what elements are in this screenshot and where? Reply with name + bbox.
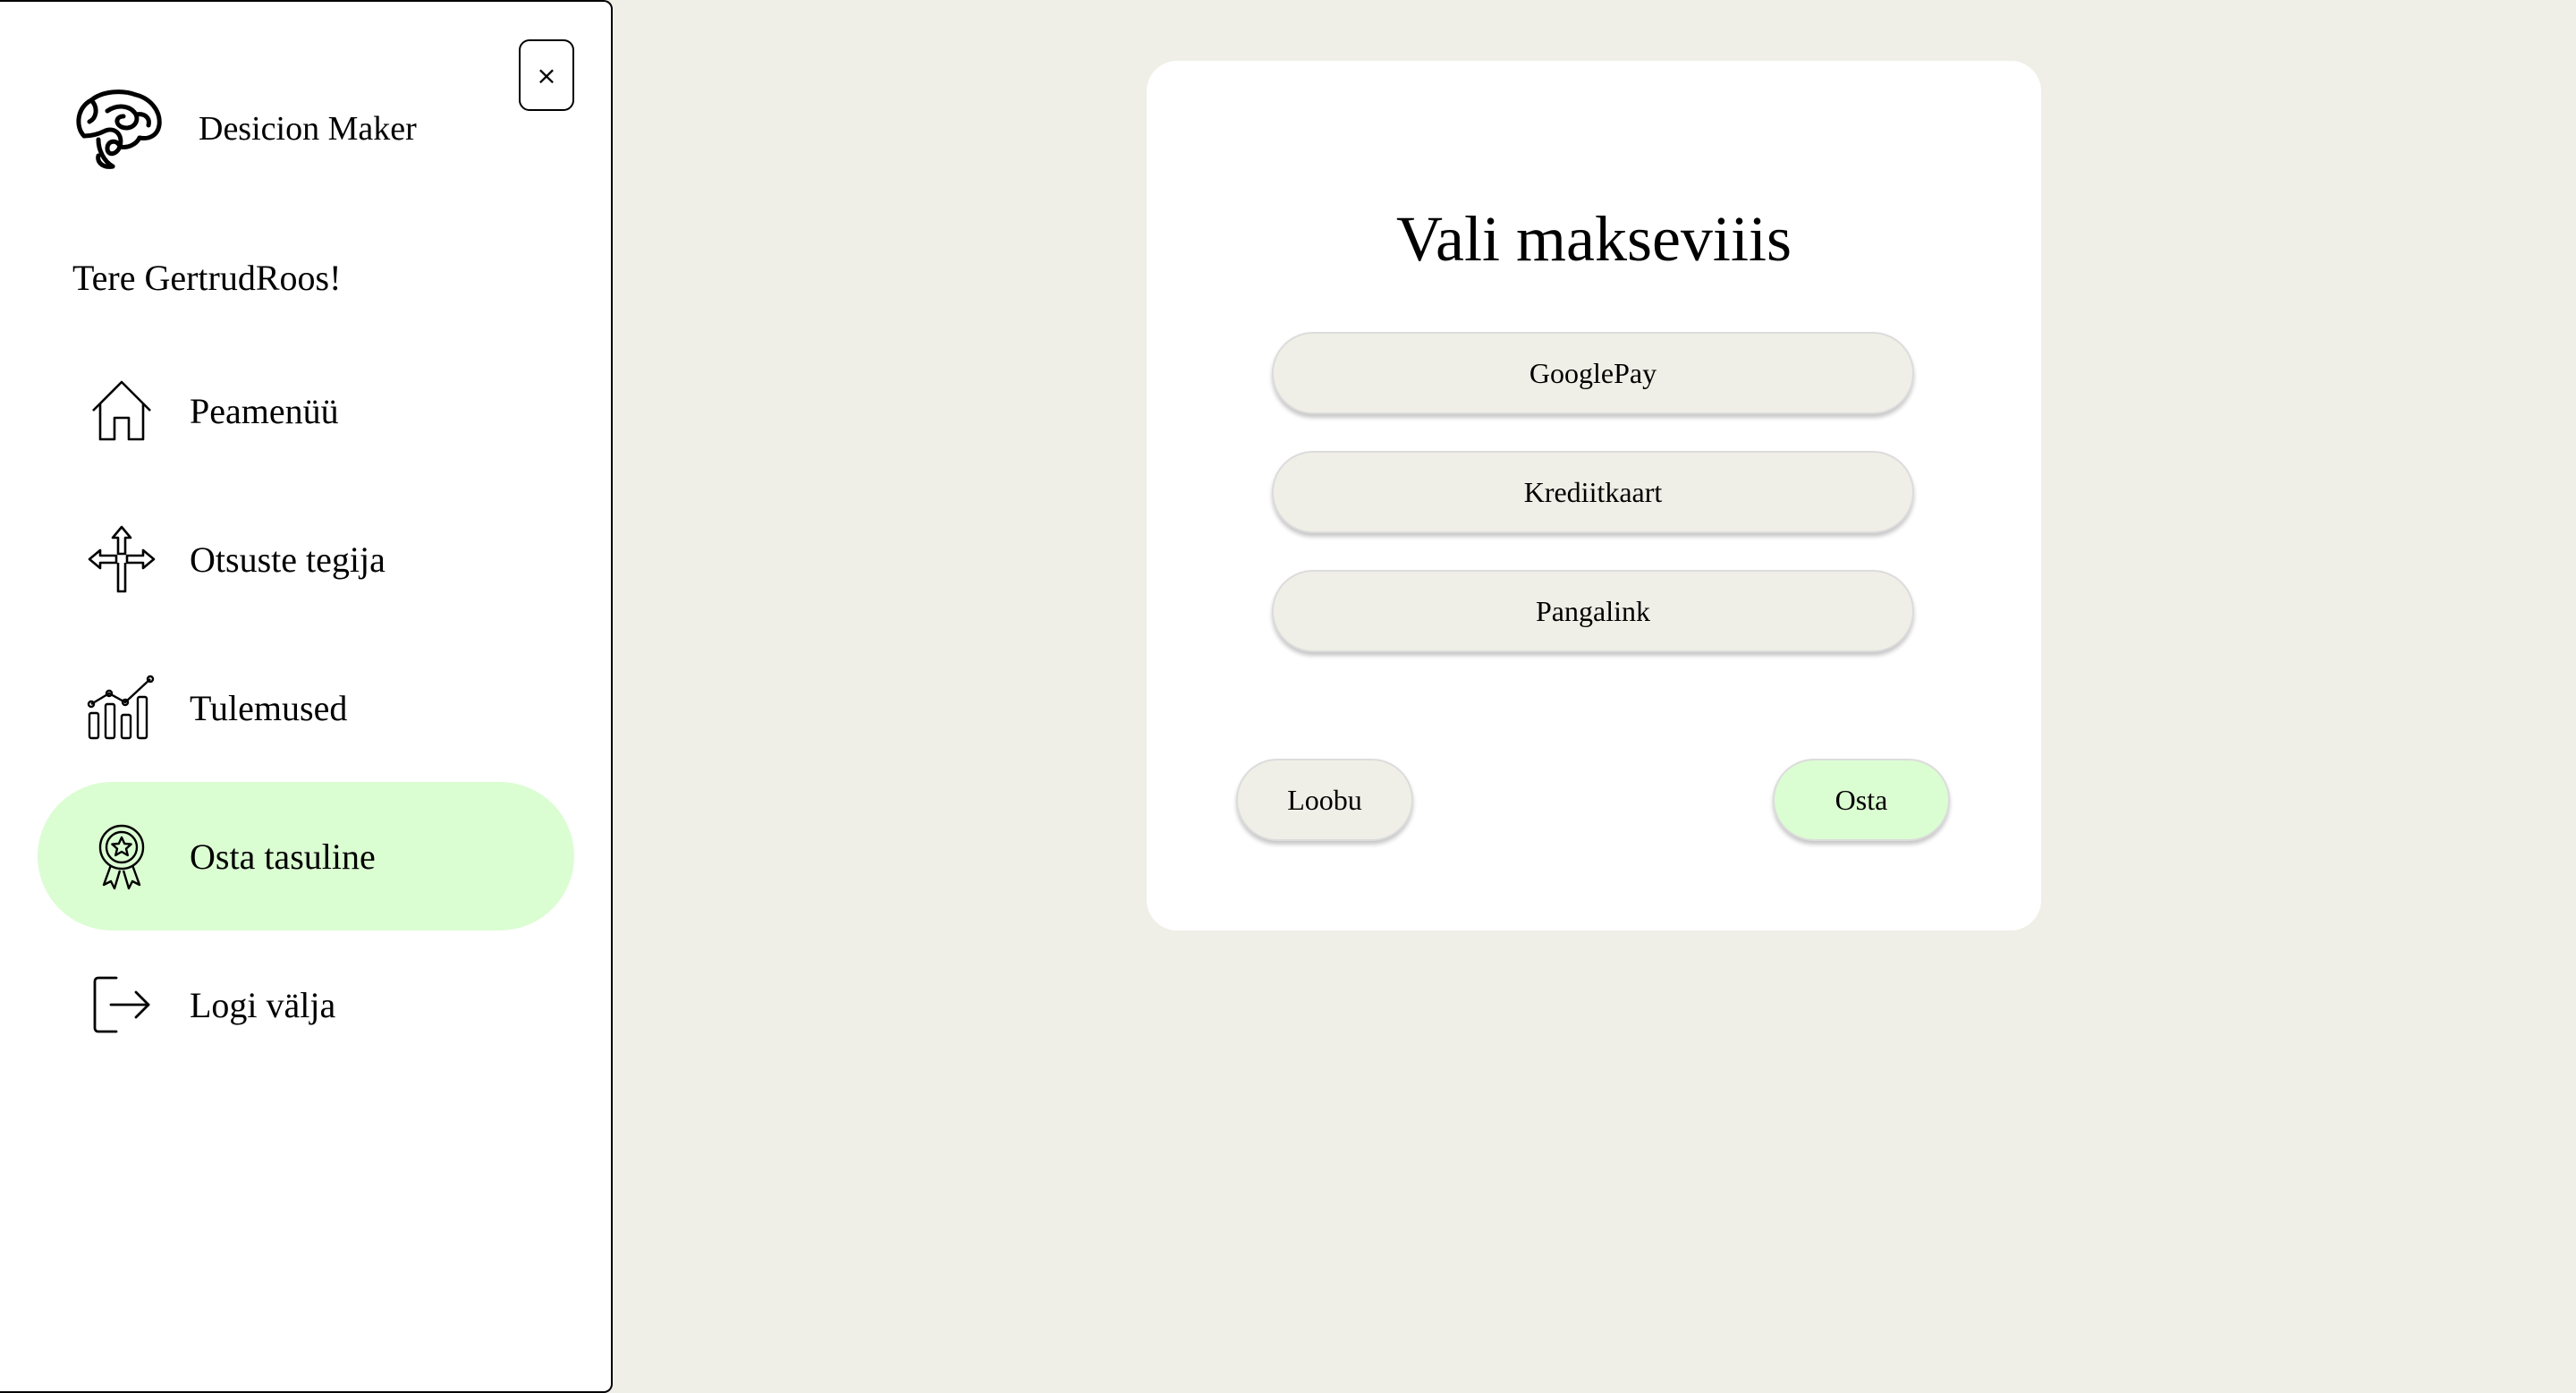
sidebar-item-label: Peamenüü [190,390,339,431]
sidebar-item-otsuste-tegija[interactable]: Otsuste tegija [38,485,574,633]
sidebar-item-peamenuu[interactable]: Peamenüü [38,336,574,485]
sidebar: × Desicion Maker Tere GertrudRoos! Peame… [0,0,613,1393]
sidebar-item-label: Osta tasuline [190,836,376,877]
brand: Desicion Maker [72,84,417,174]
cancel-button[interactable]: Loobu [1236,759,1413,841]
payment-method-card: Vali makseviiis GooglePay Krediitkaart P… [1147,61,2041,930]
sidebar-item-label: Logi välja [190,984,336,1025]
chart-icon [86,672,157,743]
logout-icon [86,969,157,1041]
pangalink-option-button[interactable]: Pangalink [1272,570,1914,652]
close-sidebar-button[interactable]: × [519,39,574,111]
direction-arrows-icon [86,523,157,595]
page-title: Vali makseviiis [1396,203,1792,275]
brand-name: Desicion Maker [199,110,417,148]
sidebar-item-tulemused[interactable]: Tulemused [38,633,574,782]
sidebar-item-label: Tulemused [190,687,348,728]
award-badge-icon [86,820,157,892]
sidebar-item-osta-tasuline[interactable]: Osta tasuline [38,782,574,930]
sidebar-nav: Peamenüü Otsuste tegija Tulemused Osta t… [38,336,574,1079]
home-icon [86,375,157,446]
krediitkaart-option-button[interactable]: Krediitkaart [1272,451,1914,533]
greeting: Tere GertrudRoos! [72,258,342,298]
buy-button[interactable]: Osta [1773,759,1950,841]
sidebar-item-logi-valja[interactable]: Logi välja [38,930,574,1079]
sidebar-item-label: Otsuste tegija [190,539,386,580]
googlepay-option-button[interactable]: GooglePay [1272,332,1914,414]
brain-icon [76,89,162,169]
